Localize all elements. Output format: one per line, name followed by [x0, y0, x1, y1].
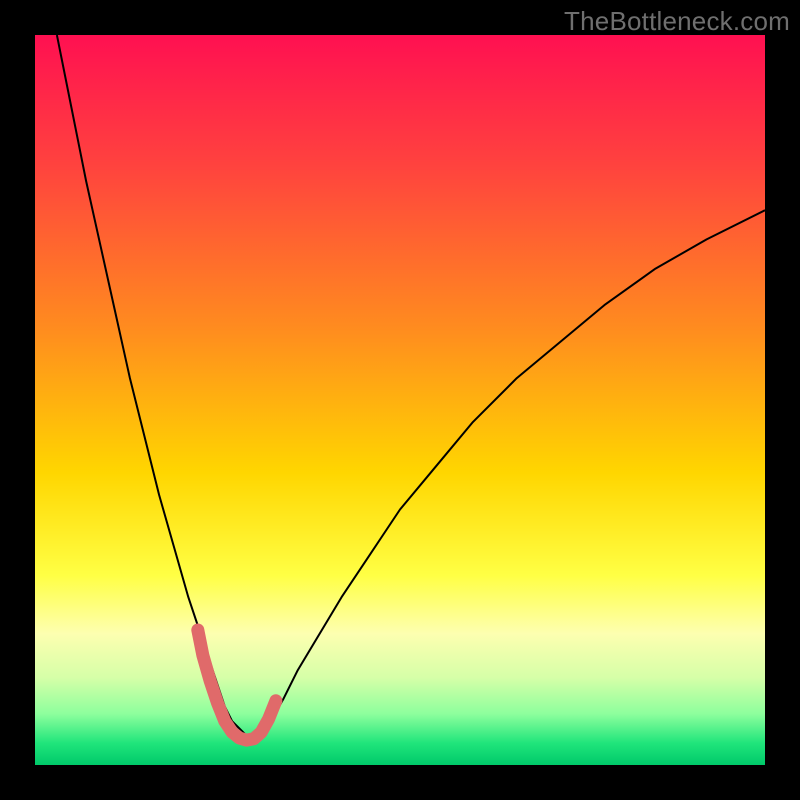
watermark-text: TheBottleneck.com — [564, 6, 790, 37]
chart-frame: TheBottleneck.com — [0, 0, 800, 800]
chart-svg — [35, 35, 765, 765]
gradient-background — [35, 35, 765, 765]
plot-area — [35, 35, 765, 765]
